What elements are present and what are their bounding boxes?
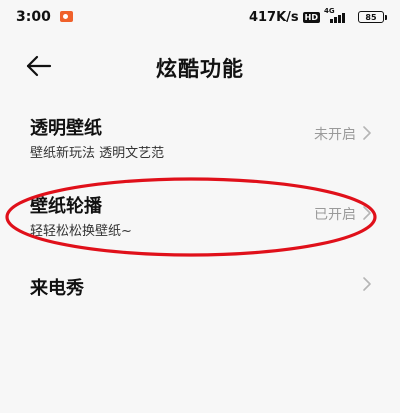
chevron-right-icon (363, 206, 371, 220)
row-title: 壁纸轮播 (30, 196, 102, 217)
status-bar: 3:00 417K/s HD 4G 85 (0, 0, 400, 34)
row-status: 已开启 (314, 207, 356, 223)
hd-badge: HD (302, 11, 320, 23)
row-title: 透明壁纸 (30, 118, 102, 139)
list-item-transparent-wallpaper[interactable]: 透明壁纸 壁纸新玩法 透明文艺范 未开启 (0, 108, 400, 170)
screen-record-icon (60, 11, 73, 22)
list-item-caller-show[interactable]: 来电秀 (0, 268, 400, 308)
battery-level: 85 (365, 12, 377, 22)
chevron-right-icon (363, 126, 371, 140)
row-title: 来电秀 (30, 278, 84, 299)
chevron-right-icon (363, 277, 371, 291)
battery-icon: 85 (358, 11, 387, 23)
row-status: 未开启 (314, 127, 356, 143)
header: 炫酷功能 (0, 44, 400, 88)
status-indicators: 417K/s HD 4G 85 (248, 7, 387, 26)
page-title: 炫酷功能 (156, 57, 244, 81)
list-item-wallpaper-carousel[interactable]: 壁纸轮播 轻轻松松换壁纸~ 已开启 (0, 186, 400, 248)
status-time: 3:00 (16, 9, 51, 25)
row-subtitle: 壁纸新玩法 透明文艺范 (30, 146, 165, 161)
signal-bars-icon: 4G (324, 7, 350, 25)
row-subtitle: 轻轻松松换壁纸~ (30, 224, 132, 239)
net-speed: 417K/s (248, 9, 299, 25)
